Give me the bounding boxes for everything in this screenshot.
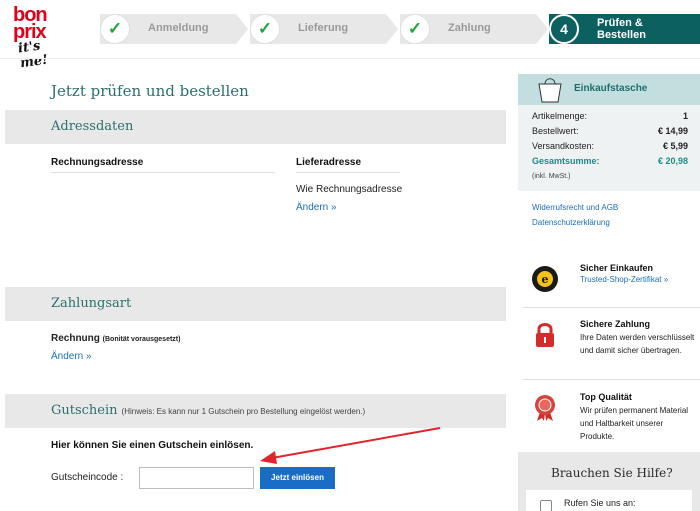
address-section-header: Adressdaten xyxy=(5,110,506,144)
payment-method: Rechnung (Bonität vorausgesetzt) xyxy=(51,333,180,344)
help-box: Brauchen Sie Hilfe? Rufen Sie uns an: xyxy=(518,452,700,511)
step-lieferung[interactable]: ✓ Lieferung xyxy=(250,14,398,44)
feature-secure-payment: Sichere Zahlung Ihre Daten werden versch… xyxy=(523,319,700,369)
cart-row-shipping: Versandkosten: € 5,99 xyxy=(532,141,688,151)
vat-note: (inkl. MwSt.) xyxy=(532,173,571,180)
step-number: 4 xyxy=(549,14,579,44)
bonprix-logo[interactable]: bon prix it's me! xyxy=(9,4,69,71)
step-label: Prüfen & Bestellen xyxy=(597,17,646,41)
section-title: Adressdaten xyxy=(51,119,134,134)
cart-title: Einkaufstasche xyxy=(574,83,648,94)
padlock-icon xyxy=(536,323,554,347)
section-title: Gutschein (Hinweis: Es kann nur 1 Gutsche… xyxy=(51,403,366,418)
coupon-code-input[interactable] xyxy=(139,467,254,489)
delivery-address-value: Wie Rechnungsadresse xyxy=(296,184,403,195)
step-anmeldung[interactable]: ✓ Anmeldung xyxy=(100,14,248,44)
feature-top-quality: Top Qualität Wir prüfen permanent Materi… xyxy=(523,392,700,442)
divider xyxy=(51,172,275,173)
checkmark-icon: ✓ xyxy=(250,14,280,44)
page-title: Jetzt prüfen und bestellen xyxy=(51,82,249,100)
phone-icon xyxy=(540,500,552,511)
section-title: Zahlungsart xyxy=(51,296,132,311)
cart-row-total: Gesamtsumme: € 20,98 xyxy=(532,156,688,166)
change-payment-link[interactable]: Ändern » xyxy=(51,351,92,362)
coupon-section-header: Gutschein (Hinweis: Es kann nur 1 Gutsche… xyxy=(5,394,506,428)
billing-address-heading: Rechnungsadresse xyxy=(51,157,144,168)
redeem-coupon-button[interactable]: Jetzt einlösen xyxy=(260,467,335,489)
privacy-link[interactable]: Datenschutzerklärung xyxy=(532,218,610,227)
checkmark-icon: ✓ xyxy=(400,14,430,44)
checkmark-icon: ✓ xyxy=(100,14,130,44)
logo-tagline: it's me! xyxy=(17,38,49,72)
step-label: Zahlung xyxy=(448,22,491,34)
feature-secure-shopping: e Sicher Einkaufen Trusted-Shop-Zertifik… xyxy=(523,263,700,293)
delivery-address-heading: Lieferadresse xyxy=(296,157,362,168)
step-pruefen-bestellen: 4 Prüfen & Bestellen xyxy=(549,14,700,44)
help-text: Rufen Sie uns an: xyxy=(564,498,636,508)
checkout-steps: ✓ Anmeldung ✓ Lieferung ✓ Zahlung 4 Prüf… xyxy=(100,14,700,44)
step-label: Lieferung xyxy=(298,22,349,34)
shopping-bag-summary: Einkaufstasche Artikelmenge: 1 Bestellwe… xyxy=(518,74,700,191)
payment-method-note: (Bonität vorausgesetzt) xyxy=(102,336,181,343)
terms-link[interactable]: Widerrufsrecht und AGB xyxy=(532,203,618,212)
shopping-bag-icon xyxy=(538,78,562,103)
step-label: Anmeldung xyxy=(148,22,209,34)
divider xyxy=(523,307,700,308)
svg-text:e: e xyxy=(542,273,549,286)
change-address-link[interactable]: Ändern » xyxy=(296,202,337,213)
step-zahlung[interactable]: ✓ Zahlung xyxy=(400,14,548,44)
help-title: Brauchen Sie Hilfe? xyxy=(551,466,673,480)
cart-header: Einkaufstasche xyxy=(518,74,700,105)
coupon-field-label: Gutscheincode : xyxy=(51,472,124,483)
divider xyxy=(296,172,400,173)
cart-row-quantity: Artikelmenge: 1 xyxy=(532,111,688,121)
header-divider xyxy=(0,58,700,59)
trusted-shops-link[interactable]: Trusted-Shop-Zertifikat » xyxy=(580,275,668,284)
cart-row-order-value: Bestellwert: € 14,99 xyxy=(532,126,688,136)
coupon-intro: Hier können Sie einen Gutschein einlösen… xyxy=(51,440,254,451)
quality-seal-icon xyxy=(535,395,555,421)
trusted-shops-seal-icon: e xyxy=(532,266,558,292)
divider xyxy=(523,379,700,380)
payment-section-header: Zahlungsart xyxy=(5,287,506,321)
payment-method-name: Rechnung xyxy=(51,333,100,344)
coupon-hint: (Hinweis: Es kann nur 1 Gutschein pro Be… xyxy=(121,407,366,416)
